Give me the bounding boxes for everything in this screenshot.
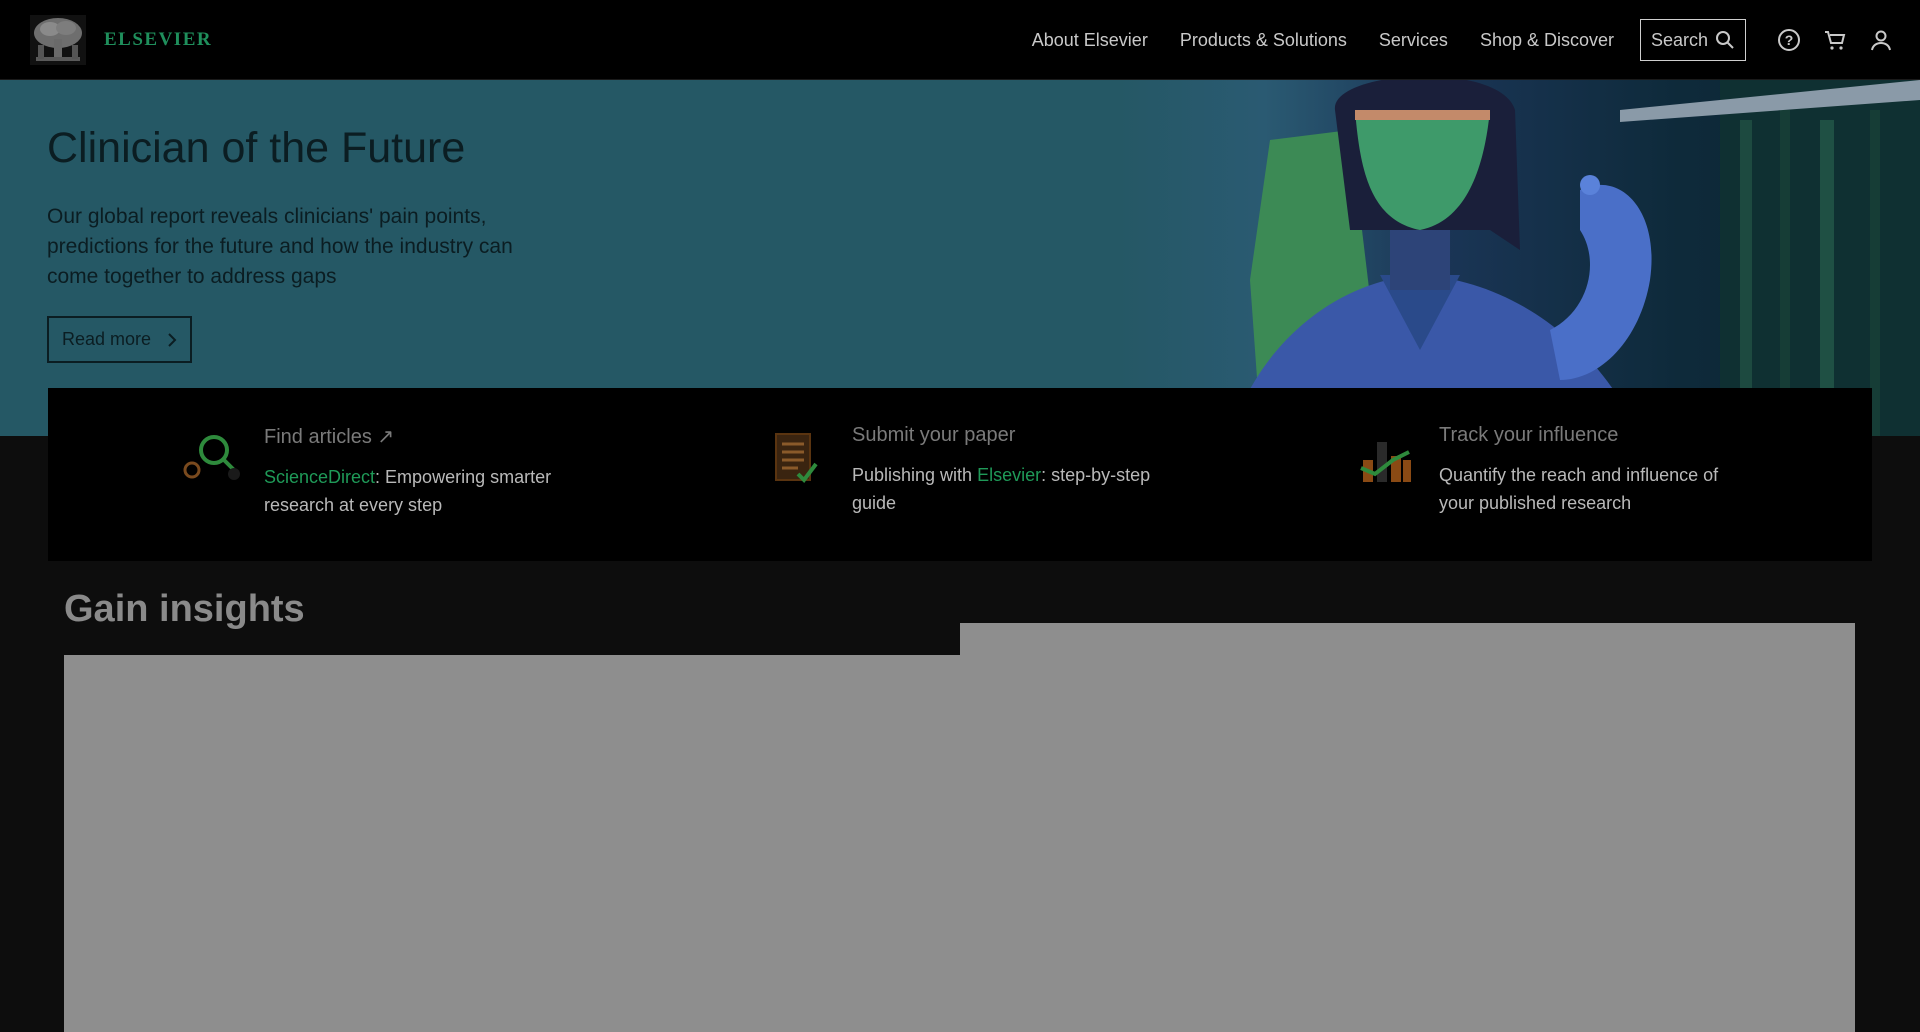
quick-links-bar: Find articles ↗ ScienceDirect: Empowerin…: [48, 388, 1872, 561]
submit-paper-text: Submit your paper Publishing with Elsevi…: [852, 424, 1152, 517]
help-icon[interactable]: ?: [1776, 27, 1802, 53]
document-check-icon: [775, 433, 818, 484]
hero-clinician-image: [1120, 80, 1920, 436]
svg-text:?: ?: [1785, 32, 1794, 48]
search-button[interactable]: Search: [1640, 19, 1746, 61]
submit-paper-desc: Publishing with Elsevier: step-by-step g…: [852, 465, 1151, 513]
hero-banner: Clinician of the Future Our global repor…: [0, 80, 1920, 436]
elsevier-link[interactable]: Elsevier: [977, 465, 1041, 485]
cart-icon[interactable]: [1822, 27, 1848, 53]
search-icon: [1716, 31, 1734, 49]
search-label: Search: [1651, 29, 1709, 50]
logo-wordmark: ELSEVIER: [104, 29, 213, 50]
submit-paper-card[interactable]: Submit your paper Publishing with Elsevi…: [770, 424, 1152, 517]
gain-insights-heading: Gain insights: [64, 588, 305, 630]
chevron-right-icon: [168, 332, 177, 347]
insights-media-panel[interactable]: [64, 655, 1855, 1032]
site-header: ELSEVIER About Elsevier Products & Solut…: [0, 0, 1920, 80]
find-articles-text: Find articles ↗ ScienceDirect: Empowerin…: [264, 424, 564, 519]
magnifier-icon: [183, 435, 240, 480]
find-articles-card[interactable]: Find articles ↗ ScienceDirect: Empowerin…: [182, 424, 564, 519]
find-articles-desc: ScienceDirect: Empowering smarter resear…: [264, 467, 552, 515]
clinician-illustration: [1230, 80, 1920, 436]
track-influence-text: Track your influence Quantify the reach …: [1439, 424, 1739, 517]
sciencedirect-link[interactable]: ScienceDirect: [264, 467, 375, 487]
user-icon[interactable]: [1868, 27, 1894, 53]
nav-about-elsevier[interactable]: About Elsevier: [1032, 30, 1148, 51]
elsevier-logo-link[interactable]: ELSEVIER: [30, 14, 212, 66]
hero-title: Clinician of the Future: [47, 124, 466, 172]
hero-description: Our global report reveals clinicians' pa…: [47, 205, 513, 288]
track-influence-title[interactable]: Track your influence: [1439, 424, 1739, 447]
insights-media-panel-top: [960, 623, 1855, 655]
elsevier-tree-logo-icon: [30, 15, 86, 65]
read-more-button[interactable]: Read more: [47, 316, 192, 363]
track-influence-card[interactable]: Track your influence Quantify the reach …: [1357, 424, 1739, 517]
nav-services[interactable]: Services: [1379, 30, 1448, 51]
external-link-icon: ↗: [377, 426, 395, 448]
main-nav: About Elsevier Products & Solutions Serv…: [1032, 19, 1894, 61]
submit-paper-title[interactable]: Submit your paper: [852, 424, 1152, 447]
bar-chart-icon: [1360, 442, 1411, 482]
read-more-label: Read more: [61, 329, 152, 349]
find-articles-title[interactable]: Find articles ↗: [264, 424, 564, 449]
nav-shop-discover[interactable]: Shop & Discover: [1480, 30, 1614, 51]
track-influence-desc: Quantify the reach and influence of your…: [1439, 465, 1719, 513]
nav-products-solutions[interactable]: Products & Solutions: [1180, 30, 1347, 51]
